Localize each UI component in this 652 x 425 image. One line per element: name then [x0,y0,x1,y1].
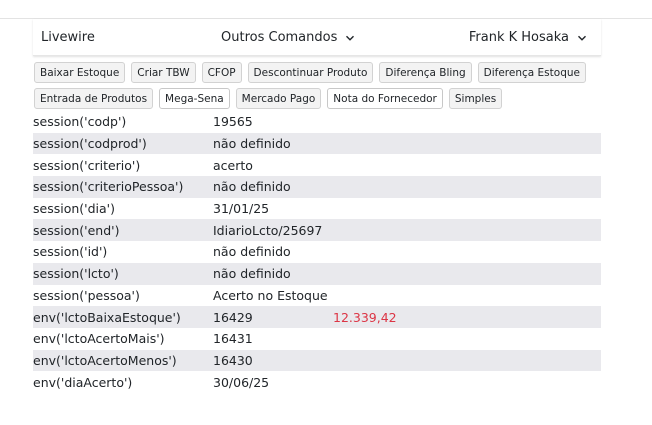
table-row: session('end') IdiarioLcto/25697 [33,219,601,242]
table-row: session('criterio') acerto [33,154,601,176]
table-row: session('dia') 31/01/25 [33,198,601,220]
row-value: não definido [213,136,291,152]
row-key: session('lcto') [33,266,119,282]
criar-tbw-button[interactable]: Criar TBW [131,62,196,83]
row-key: session('codp') [33,114,127,130]
row-key: session('dia') [33,201,115,217]
navbar-brand[interactable]: Livewire [41,30,95,45]
diferenca-bling-button[interactable]: Diferença Bling [379,62,472,83]
row-value: 31/01/25 [213,201,270,217]
row-value: não definido [213,179,291,195]
descontinuar-produto-button[interactable]: Descontinuar Produto [247,62,374,83]
outros-comandos-label: Outros Comandos [221,30,338,45]
chevron-down-icon [578,35,586,41]
user-dropdown[interactable]: Frank K Hosaka [469,30,587,45]
table-row: session('lcto') não definido [33,262,601,285]
mega-sena-button[interactable]: Mega-Sena [159,88,230,109]
user-name-label: Frank K Hosaka [468,30,569,45]
table-row: session('id') não definido [33,241,601,263]
cfop-button[interactable]: CFOP [201,62,242,83]
table-row: session('codp') 19565 [33,111,601,133]
row-value: não definido [213,244,291,260]
mercado-pago-button[interactable]: Mercado Pago [235,88,322,109]
row-key: session('codprod') [33,136,147,152]
row-value: não definido [213,266,291,282]
navbar: Livewire Outros Comandos Frank K Hosaka [33,19,601,56]
row-key: session('id') [33,244,108,260]
chevron-down-icon [346,35,355,41]
table-row: env('diaAcerto') 30/06/25 [33,371,601,393]
table-row: env('lctoAcertoMenos') 16430 [33,349,601,372]
row-key: session('pessoa') [33,287,140,303]
row-value: acerto [213,157,253,173]
diferenca-estoque-button[interactable]: Diferença Estoque [477,62,586,83]
row-key: session('end') [33,222,120,238]
session-env-table: session('codp') 19565 session('codprod') nã… [33,111,601,393]
row-value: 16430 [213,352,253,368]
simples-button[interactable]: Simples [448,88,503,109]
row-value: IdiarioLcto/25697 [213,222,323,238]
outros-comandos-dropdown[interactable]: Outros Comandos [221,30,355,45]
row-value: 19565 [213,114,253,130]
command-buttons-row-1: Baixar Estoque Criar TBW CFOP Descontinuar … [34,62,600,83]
table-row: env('lctoBaixaEstoque') 16429 12.339,42 [33,306,601,328]
row-key: env('diaAcerto') [33,374,133,390]
row-value: 16429 [213,309,253,325]
command-buttons-row-2: Entrada de Produtos Mega-Sena Mercado Pago… [34,88,600,109]
entrada-de-produtos-button[interactable]: Entrada de Produtos [34,88,154,109]
row-key: env('lctoAcertoMais') [33,331,165,347]
nota-do-fornecedor-button[interactable]: Nota do Fornecedor [327,88,443,109]
command-buttons: Baixar Estoque Criar TBW CFOP Descontinuar … [34,62,600,114]
table-row: session('codprod') não definido [33,132,601,155]
row-key: session('criterio') [33,157,141,173]
row-value: 16431 [213,331,253,347]
table-row: env('lctoAcertoMais') 16431 [33,328,601,350]
table-row: session('pessoa') Acerto no Estoque [33,285,601,307]
table-row: session('criterioPessoa') não definido [33,176,601,198]
row-key: env('lctoAcertoMenos') [33,352,177,368]
row-value: 30/06/25 [213,374,270,390]
row-value: Acerto no Estoque [213,287,328,303]
baixar-estoque-button[interactable]: Baixar Estoque [34,62,126,83]
row-key: session('criterioPessoa') [33,179,184,195]
row-extra-value: 12.339,42 [333,309,397,325]
row-key: env('lctoBaixaEstoque') [33,309,181,325]
